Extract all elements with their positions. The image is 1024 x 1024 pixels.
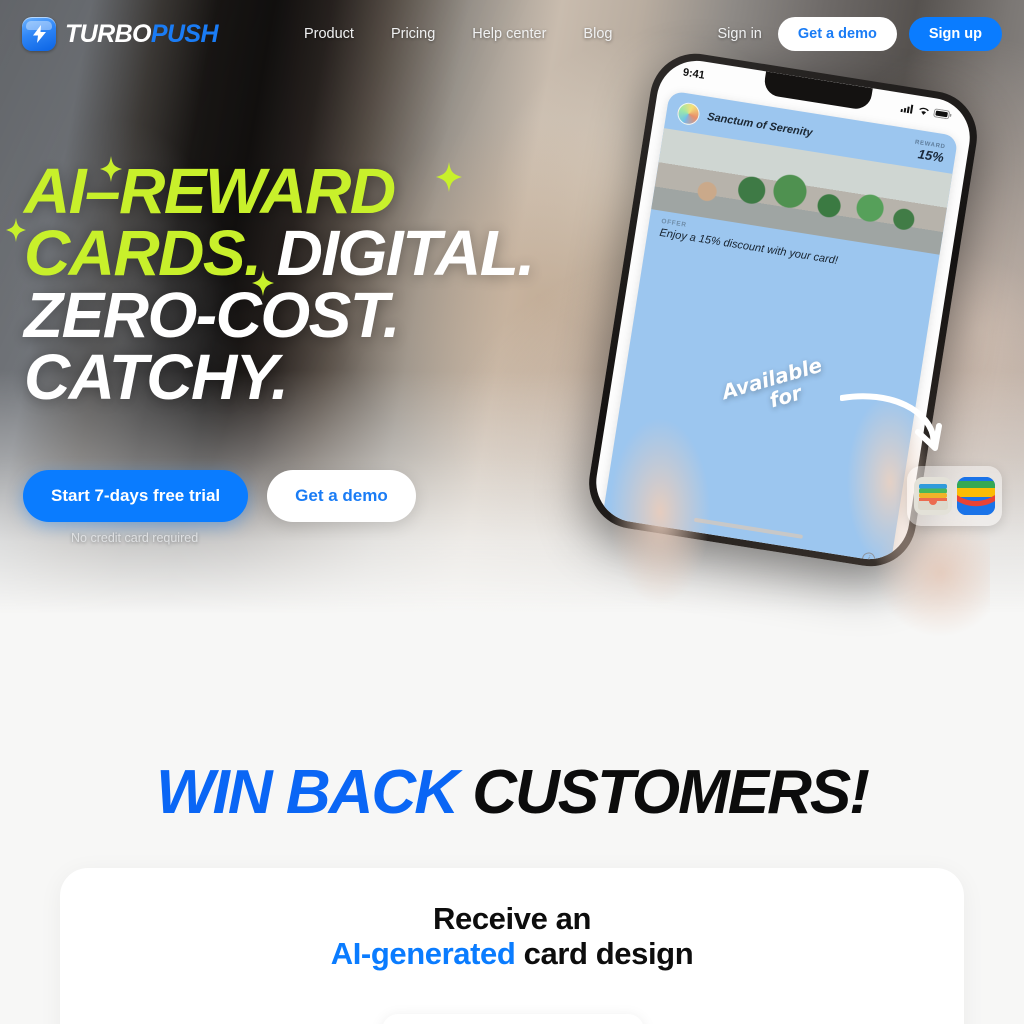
google-wallet-icon[interactable] (957, 477, 995, 515)
wallet-pass-card[interactable]: Sanctum of Serenity REWARD 15% OFFER Enj… (591, 90, 959, 565)
headline-line-3: ZERO-COST. (24, 283, 534, 347)
brand-name: TURBOPUSH (65, 19, 219, 48)
start-free-trial-button[interactable]: Start 7-days free trial (23, 470, 249, 522)
headline-line-4: CATCHY. (24, 345, 534, 409)
win-back-section: WIN BACK CUSTOMERS! Receive an AI-genera… (0, 700, 1024, 1024)
panel-title-highlight: AI-generated (330, 935, 516, 971)
sign-up-button[interactable]: Sign up (908, 17, 1002, 51)
lightning-bolt-icon (22, 17, 56, 51)
merchant-logo-icon (675, 101, 702, 127)
hero-section: 9:41 Sanctum of Serenity REWARD 15% OFFE… (0, 0, 1024, 700)
headline-line-1: AI–REWARD (24, 159, 534, 223)
panel-title-line1: Receive an (433, 901, 591, 936)
headline-line-2: CARDS. DIGITAL. (24, 221, 535, 285)
cellular-signal-icon (900, 104, 914, 114)
nav-item-blog[interactable]: Blog (583, 26, 612, 42)
status-icons (900, 103, 953, 120)
sign-in-link[interactable]: Sign in (714, 26, 766, 42)
win-back-heading-blue: WIN BACK (156, 758, 459, 827)
nav-actions: Sign in Get a demo Sign up (714, 17, 1002, 51)
brand-name-part1: TURBO (65, 19, 151, 48)
nav-item-pricing[interactable]: Pricing (391, 26, 435, 42)
get-a-demo-nav-button[interactable]: Get a demo (777, 17, 897, 51)
nav-item-help-center[interactable]: Help center (472, 26, 546, 42)
curved-arrow-icon (840, 393, 942, 451)
win-back-heading: WIN BACK CUSTOMERS! (0, 762, 1024, 824)
panel-title-line2: AI-generated card design (60, 935, 964, 972)
hero-headline: AI–REWARD CARDS. DIGITAL. ZERO-COST. CAT… (24, 159, 535, 409)
info-icon[interactable]: i (861, 551, 877, 565)
hero-cta-group: Start 7-days free trial Get a demo (23, 470, 416, 522)
nav-links: Product Pricing Help center Blog (304, 26, 613, 42)
pass-color-strips (598, 517, 891, 565)
nav-item-product[interactable]: Product (304, 26, 354, 42)
brand-name-part2: PUSH (150, 19, 219, 48)
phone-notch (762, 71, 873, 112)
apple-wallet-icon[interactable] (914, 477, 952, 515)
get-a-demo-button[interactable]: Get a demo (267, 470, 416, 522)
top-navigation-bar: TURBOPUSH Product Pricing Help center Bl… (0, 0, 1024, 68)
battery-icon (933, 108, 952, 119)
wallet-badges (907, 466, 1002, 526)
headline-white-3: CATCHY. (24, 341, 289, 414)
ai-card-design-panel: Receive an AI-generated card design (60, 868, 964, 1024)
panel-title: Receive an AI-generated card design (60, 901, 964, 972)
status-time: 9:41 (681, 66, 706, 82)
win-back-heading-black: CUSTOMERS! (472, 758, 870, 827)
no-credit-card-note: No credit card required (71, 531, 199, 545)
reward-block: REWARD 15% (912, 139, 946, 165)
panel-title-rest: card design (523, 935, 694, 971)
card-preview[interactable] (382, 1014, 644, 1024)
brand-logo[interactable]: TURBOPUSH (22, 17, 219, 51)
wifi-icon (919, 107, 929, 115)
